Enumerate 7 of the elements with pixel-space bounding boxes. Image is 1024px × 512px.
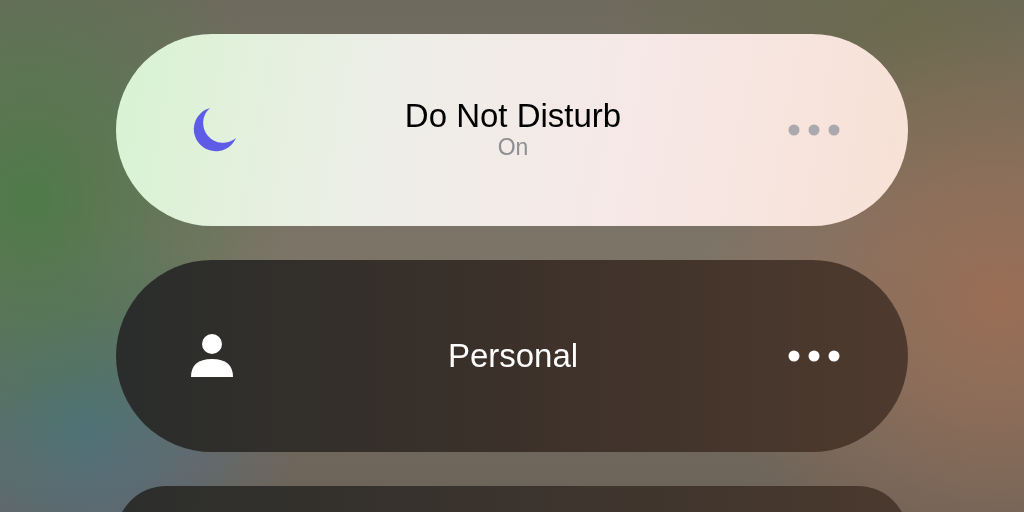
focus-tile[interactable]: Do Not Disturb On (116, 34, 908, 226)
focus-status: On (497, 134, 529, 162)
person-icon (189, 333, 235, 379)
focus-tile[interactable]: Personal (116, 260, 908, 452)
focus-title: Do Not Disturb (404, 98, 622, 135)
focus-title: Personal (447, 337, 579, 375)
more-icon[interactable] (788, 350, 840, 362)
